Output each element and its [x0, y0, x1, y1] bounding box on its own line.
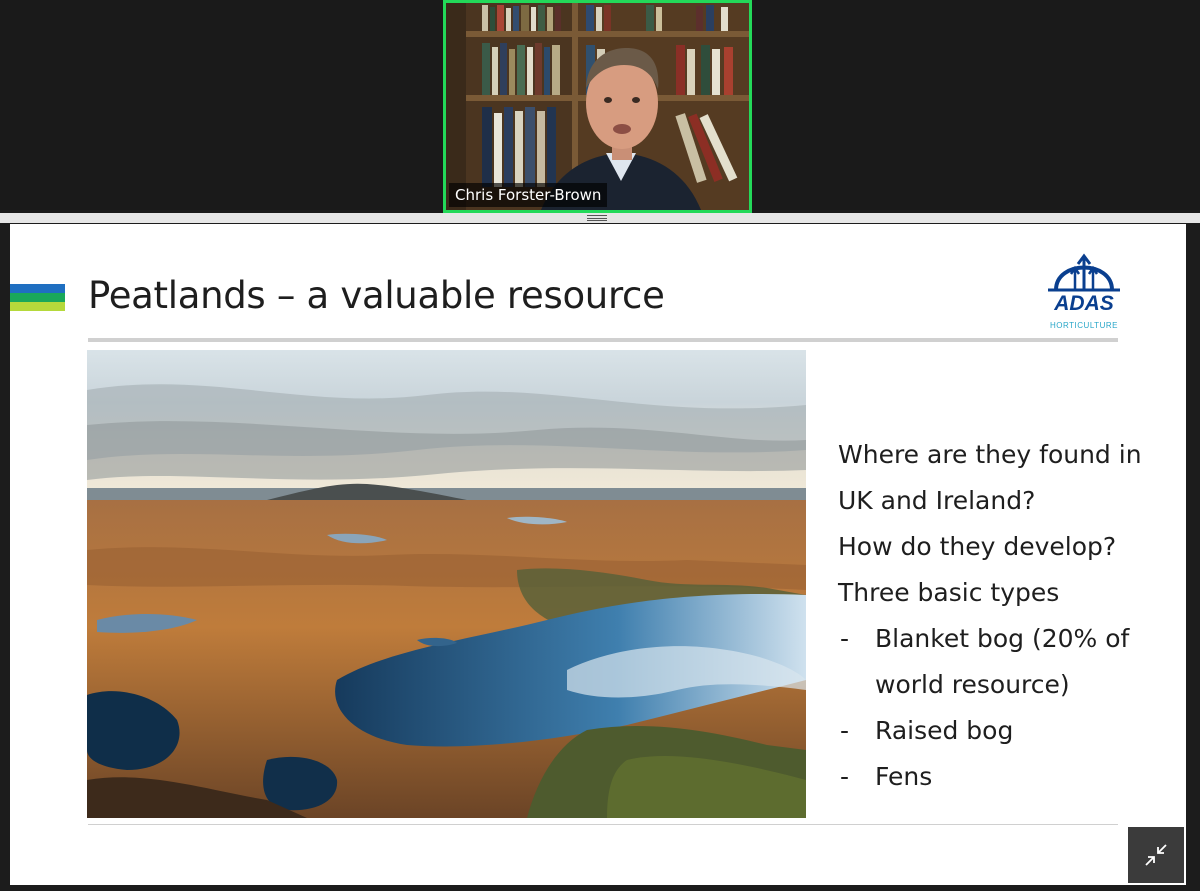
- logo-subtitle: HORTICULTURE: [1050, 321, 1118, 330]
- logo-wordmark: ADAS: [1054, 292, 1114, 315]
- bullet-line: Where are they found in: [838, 440, 1142, 469]
- exit-fullscreen-button[interactable]: [1128, 827, 1184, 883]
- shared-screen-area: Peatlands – a valuable resource ADAS HOR…: [0, 223, 1200, 891]
- panel-resize-splitter[interactable]: [0, 213, 1200, 223]
- drag-handle-icon[interactable]: [587, 215, 607, 221]
- sub-bullet-text: Blanket bog (20% of: [875, 624, 1130, 653]
- sub-bullet-line: world resource): [838, 662, 1178, 708]
- peatland-aerial-photo: [87, 350, 806, 818]
- sub-bullet-text: world resource): [875, 670, 1070, 699]
- sub-bullet-text: Raised bog: [875, 716, 1014, 745]
- bullet-line: Three basic types: [838, 578, 1060, 607]
- bullet-line: UK and Ireland?: [838, 486, 1036, 515]
- dash-marker: -: [840, 762, 850, 791]
- title-accent-bars: [10, 284, 65, 311]
- participant-video-feed: [446, 3, 749, 210]
- collapse-arrows-icon: [1145, 844, 1167, 866]
- sub-bullet-line: - Raised bog: [838, 708, 1178, 754]
- bullet-line: How do they develop?: [838, 532, 1117, 561]
- presentation-slide: Peatlands – a valuable resource ADAS HOR…: [10, 224, 1186, 885]
- dash-marker: -: [840, 716, 850, 745]
- title-divider: [88, 338, 1118, 342]
- accent-bar-green: [10, 293, 65, 302]
- video-strip: Chris Forster-Brown: [0, 0, 1200, 213]
- footer-divider: [88, 824, 1118, 825]
- slide-title: Peatlands – a valuable resource: [88, 274, 665, 317]
- sub-bullet-line: - Blanket bog (20% of: [838, 616, 1178, 662]
- accent-bar-blue: [10, 284, 65, 293]
- adas-logo: ADAS HORTICULTURE: [1044, 246, 1124, 332]
- sub-bullet-line: - Fens: [838, 754, 1178, 800]
- participant-name-label: Chris Forster-Brown: [449, 183, 608, 207]
- accent-bar-lime: [10, 302, 65, 311]
- slide-bullet-list: Where are they found in UK and Ireland? …: [838, 432, 1178, 800]
- dash-marker: -: [840, 624, 850, 653]
- adas-logo-mark-icon: [1048, 253, 1120, 292]
- participant-video-tile[interactable]: Chris Forster-Brown: [443, 0, 752, 213]
- sub-bullet-text: Fens: [875, 762, 933, 791]
